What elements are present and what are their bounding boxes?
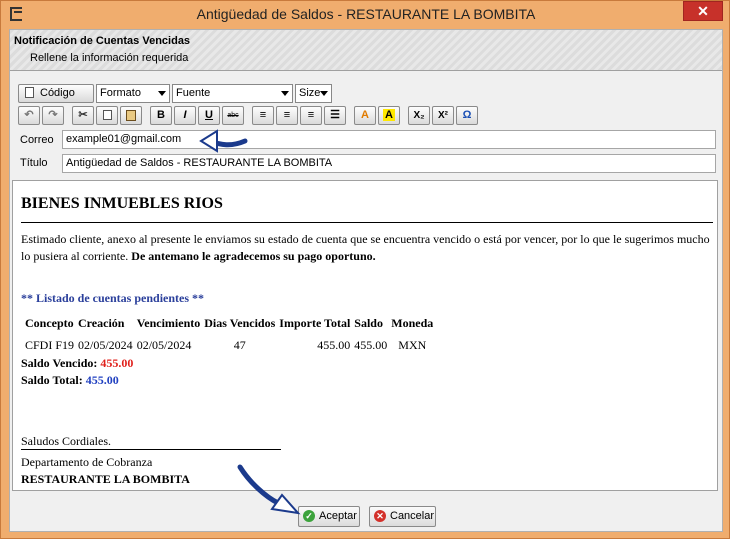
saldo-vencido-label: Saldo Vencido:: [21, 356, 98, 370]
strikethrough-label: abc: [227, 112, 239, 119]
accept-label: Aceptar: [319, 510, 357, 522]
underline-label: U: [205, 109, 213, 121]
align-left-icon: ≡: [259, 109, 267, 121]
signature-line: [21, 449, 281, 450]
email-label: Correo: [20, 134, 54, 146]
size-select-value: Size: [299, 87, 321, 99]
paste-button[interactable]: [120, 106, 142, 125]
dialog-window: Antigüedad de Saldos - RESTAURANTE LA BO…: [0, 0, 730, 539]
strikethrough-button[interactable]: abc: [222, 106, 244, 125]
align-left-button[interactable]: ≡: [252, 106, 274, 125]
paste-icon: [126, 110, 136, 121]
table-cell: 47: [233, 338, 246, 352]
subscript-label: X₂: [413, 110, 425, 121]
table-cell: 02/05/2024: [136, 338, 192, 352]
italic-button[interactable]: I: [174, 106, 196, 125]
font-select[interactable]: Fuente: [172, 84, 293, 103]
title-label: Título: [20, 157, 48, 169]
message-editor[interactable]: BIENES INMUEBLES RIOS Estimado cliente, …: [12, 180, 718, 491]
align-center-button[interactable]: ≡: [276, 106, 298, 125]
company-heading: BIENES INMUEBLES RIOS: [21, 195, 223, 212]
document-icon: [25, 87, 34, 98]
align-right-button[interactable]: ≡: [300, 106, 322, 125]
highlight-button[interactable]: A: [378, 106, 400, 125]
italic-label: I: [183, 109, 187, 121]
column-header: Creación: [78, 316, 125, 330]
column-header: Importe Total: [279, 316, 351, 330]
table-cell: 02/05/2024: [78, 338, 133, 352]
size-select[interactable]: Size: [295, 84, 332, 103]
source-code-label: Código: [40, 87, 75, 99]
superscript-button[interactable]: X²: [432, 106, 454, 125]
saldo-vencido-value: 455.00: [100, 356, 134, 370]
format-select[interactable]: Formato: [96, 84, 170, 103]
chevron-down-icon: [158, 91, 166, 96]
column-header: Concepto: [25, 316, 74, 330]
underline-button[interactable]: U: [198, 106, 220, 125]
table-cell: 455.00: [354, 338, 388, 352]
saldo-total: Saldo Total: 455.00: [21, 373, 119, 388]
divider: [21, 222, 713, 223]
undo-icon: ↶: [24, 109, 34, 121]
company-signature: RESTAURANTE LA BOMBITA: [21, 472, 190, 486]
undo-button[interactable]: ↶: [18, 106, 40, 125]
table-cell: CFDI F19: [25, 338, 75, 352]
font-select-value: Fuente: [176, 87, 211, 99]
header-title: Notificación de Cuentas Vencidas: [14, 35, 191, 47]
column-header: Dias Vencidos: [204, 316, 276, 330]
redo-button[interactable]: ↷: [42, 106, 64, 125]
table-cell: MXN: [398, 338, 427, 352]
superscript-label: X²: [438, 110, 448, 121]
check-icon: ✓: [303, 510, 315, 522]
highlight-icon: A: [383, 109, 395, 121]
close-button[interactable]: ✕: [683, 1, 723, 21]
cancel-icon: ✕: [374, 510, 386, 522]
bold-button[interactable]: B: [150, 106, 172, 125]
greeting: Saludos Cordiales.: [21, 434, 111, 448]
column-header: Vencimiento: [136, 316, 201, 330]
title-bar[interactable]: Antigüedad de Saldos - RESTAURANTE LA BO…: [1, 1, 729, 29]
cancel-label: Cancelar: [390, 510, 435, 522]
text-color-icon: A: [361, 109, 369, 121]
accounts-table: Concepto Creación Vencimiento Dias Vencidos…: [21, 309, 437, 360]
source-code-button[interactable]: Código: [18, 84, 94, 103]
client-area: Notificación de Cuentas Vencidas Rellene…: [9, 29, 723, 532]
list-title: ** Listado de cuentas pendientes **: [21, 291, 205, 305]
intro-paragraph: Estimado cliente, anexo al presente le e…: [21, 231, 711, 265]
window-title: Antigüedad de Saldos - RESTAURANTE LA BO…: [196, 6, 536, 22]
format-select-value: Formato: [100, 87, 141, 99]
chevron-down-icon: [281, 91, 289, 96]
copy-button[interactable]: [96, 106, 118, 125]
department: Departamento de Cobranza: [21, 455, 153, 469]
subscript-button[interactable]: X₂: [408, 106, 430, 125]
copy-icon: [102, 110, 112, 120]
saldo-total-value: 455.00: [85, 373, 119, 387]
column-header: Moneda: [391, 316, 434, 330]
redo-icon: ↷: [48, 109, 58, 121]
header-subtitle: Rellene la información requerida: [30, 52, 189, 64]
chevron-down-icon: [320, 91, 328, 96]
dialog-header: Notificación de Cuentas Vencidas Rellene…: [10, 30, 722, 71]
title-field[interactable]: Antigüedad de Saldos - RESTAURANTE LA BO…: [62, 154, 716, 173]
cancel-button[interactable]: ✕ Cancelar: [369, 506, 436, 527]
email-field[interactable]: example01@gmail.com: [62, 130, 716, 149]
omega-label: Ω: [462, 109, 472, 121]
cut-button[interactable]: ✂: [72, 106, 94, 125]
intro-bold-text: De antemano le agradecemos su pago oport…: [131, 249, 376, 263]
scissors-icon: ✂: [78, 109, 88, 121]
text-color-button[interactable]: A: [354, 106, 376, 125]
bold-label: B: [157, 109, 165, 121]
justify-button[interactable]: ☰: [324, 106, 346, 125]
saldo-total-label: Saldo Total:: [21, 373, 83, 387]
saldo-vencido: Saldo Vencido: 455.00: [21, 356, 133, 371]
accept-button[interactable]: ✓ Aceptar: [298, 506, 360, 527]
column-header: Saldo: [354, 316, 383, 330]
align-center-icon: ≡: [283, 109, 291, 121]
special-char-button[interactable]: Ω: [456, 106, 478, 125]
justify-icon: ☰: [330, 109, 340, 121]
table-cell: 455.00: [317, 338, 351, 352]
table-row: CFDI F19 02/05/2024 02/05/2024 47 455.00 455.…: [25, 338, 433, 353]
align-right-icon: ≡: [307, 109, 315, 121]
